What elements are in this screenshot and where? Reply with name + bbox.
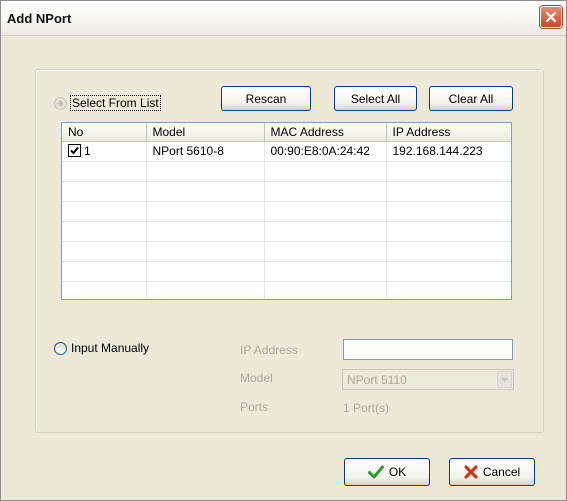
- chevron-down-icon: [501, 377, 508, 382]
- row-model: NPort 5610-8: [146, 141, 265, 162]
- nport-table: No Model MAC Address IP Address 1 NPort …: [62, 123, 511, 299]
- ok-label: OK: [388, 465, 407, 479]
- close-button[interactable]: [540, 6, 562, 28]
- column-header-ip[interactable]: IP Address: [386, 123, 511, 142]
- select-from-list-label[interactable]: Select From List: [70, 95, 161, 111]
- row-mac: 00:90:E8:0A:24:42: [264, 141, 387, 162]
- table-row-empty: [62, 161, 511, 182]
- ip-address-label: IP Address: [240, 343, 298, 357]
- dialog-title: Add NPort: [7, 11, 72, 26]
- cancel-label: Cancel: [482, 465, 521, 479]
- select-from-list-radio[interactable]: [54, 97, 67, 110]
- input-manually-radio[interactable]: [54, 342, 67, 355]
- table-row[interactable]: 1 NPort 5610-8 00:90:E8:0A:24:42 192.168…: [62, 141, 511, 162]
- table-row-empty: [62, 181, 511, 202]
- row-checkbox[interactable]: [68, 144, 81, 157]
- input-manually-label[interactable]: Input Manually: [71, 341, 149, 355]
- model-select[interactable]: NPort 5110: [342, 369, 514, 390]
- checkmark-icon: [367, 465, 384, 479]
- cancel-button[interactable]: Cancel: [449, 458, 535, 486]
- add-nport-dialog: Add NPort Select From List Rescan Select…: [0, 0, 567, 501]
- nport-list[interactable]: No Model MAC Address IP Address 1 NPort …: [61, 122, 512, 300]
- table-row-empty: [62, 201, 511, 222]
- ports-value: 1 Port(s): [343, 401, 390, 415]
- model-label: Model: [240, 371, 273, 385]
- column-header-no[interactable]: No: [62, 123, 147, 142]
- model-select-value: NPort 5110: [347, 373, 407, 387]
- row-no-cell: 1: [62, 141, 147, 162]
- title-bar[interactable]: Add NPort: [1, 1, 566, 36]
- select-all-button[interactable]: Select All: [334, 86, 417, 111]
- model-dropdown-arrow[interactable]: [497, 371, 512, 388]
- rescan-button[interactable]: Rescan: [221, 86, 311, 111]
- ip-address-input[interactable]: [343, 339, 513, 360]
- ports-label: Ports: [240, 400, 269, 414]
- table-row-empty: [62, 241, 511, 262]
- row-number: 1: [84, 144, 91, 158]
- table-row-empty: [62, 261, 511, 282]
- table-row-empty: [62, 221, 511, 242]
- clear-all-button[interactable]: Clear All: [429, 86, 513, 111]
- ok-button[interactable]: OK: [344, 458, 430, 486]
- column-header-mac[interactable]: MAC Address: [264, 123, 387, 142]
- column-header-model[interactable]: Model: [146, 123, 265, 142]
- table-header: No Model MAC Address IP Address: [62, 123, 511, 142]
- row-ip: 192.168.144.223: [386, 141, 511, 162]
- cancel-x-icon: [464, 465, 478, 479]
- checkmark-icon: [70, 146, 79, 155]
- table-row-empty: [62, 281, 511, 299]
- close-icon: [545, 11, 557, 23]
